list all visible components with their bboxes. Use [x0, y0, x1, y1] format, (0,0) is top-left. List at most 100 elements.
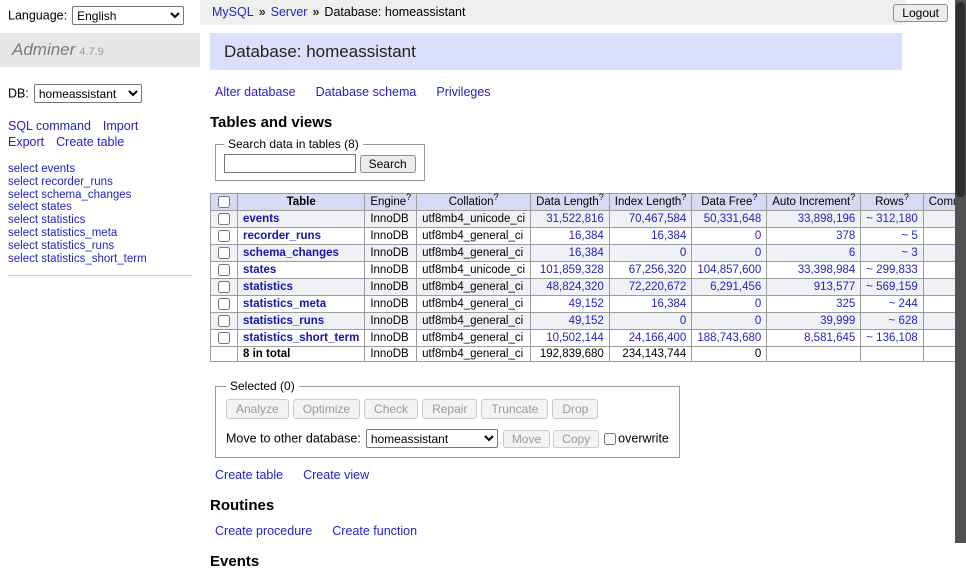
import-link[interactable]: Import: [103, 119, 138, 133]
db-select[interactable]: homeassistant: [34, 84, 142, 103]
data-free-link[interactable]: 0: [755, 315, 761, 327]
data-length-link[interactable]: 49,152: [569, 298, 604, 310]
export-link[interactable]: Export: [8, 135, 44, 149]
sort-link-engine[interactable]: Engine: [370, 196, 406, 208]
auto-increment-link[interactable]: 6: [849, 247, 855, 259]
data-free-link[interactable]: 188,743,680: [697, 332, 761, 344]
copy-button[interactable]: Copy: [553, 430, 599, 448]
data-length-link[interactable]: 101,859,328: [540, 264, 604, 276]
sort-link-auto-increment[interactable]: Auto Increment: [772, 196, 850, 208]
sidebar-link-select-events[interactable]: select events: [8, 163, 192, 176]
create-view-link[interactable]: Create view: [303, 468, 369, 482]
table-link-schema-changes[interactable]: schema_changes: [243, 247, 339, 259]
table-link-statistics-runs[interactable]: statistics_runs: [243, 315, 324, 327]
index-length-link[interactable]: 67,256,320: [629, 264, 687, 276]
data-length-link[interactable]: 10,502,144: [546, 332, 604, 344]
auto-increment-link[interactable]: 913,577: [814, 281, 856, 293]
logout-button[interactable]: Logout: [893, 4, 948, 22]
rows-link[interactable]: ~ 136,108: [866, 332, 917, 344]
sort-link-collation[interactable]: Collation: [449, 196, 494, 208]
rows-link[interactable]: ~ 5: [901, 230, 917, 242]
move-button[interactable]: Move: [503, 430, 550, 448]
overwrite-checkbox[interactable]: [604, 433, 616, 445]
data-free-link[interactable]: 104,857,600: [697, 264, 761, 276]
breadcrumb-server-link[interactable]: Server: [271, 5, 308, 19]
sql-command-link[interactable]: SQL command: [8, 119, 91, 133]
vertical-scrollbar[interactable]: [955, 0, 966, 543]
rows-link[interactable]: ~ 569,159: [866, 281, 917, 293]
data-free-link[interactable]: 0: [755, 247, 761, 259]
create-function-link[interactable]: Create function: [332, 524, 417, 538]
data-length-link[interactable]: 49,152: [569, 315, 604, 327]
row-checkbox[interactable]: [218, 315, 230, 327]
bulk-drop-button[interactable]: Drop: [552, 399, 598, 419]
index-length-link[interactable]: 70,467,584: [629, 213, 687, 225]
breadcrumb-mysql-link[interactable]: MySQL: [212, 5, 254, 19]
scrollbar-thumb[interactable]: [956, 2, 965, 197]
sort-link-index-length[interactable]: Index Length: [615, 196, 682, 208]
rows-link[interactable]: ~ 244: [889, 298, 918, 310]
table-link-events[interactable]: events: [243, 213, 279, 225]
data-length-link[interactable]: 31,522,816: [546, 213, 604, 225]
data-free-link[interactable]: 0: [755, 230, 761, 242]
rows-link[interactable]: ~ 628: [889, 315, 918, 327]
bulk-analyze-button[interactable]: Analyze: [226, 399, 289, 419]
database-schema-link[interactable]: Database schema: [316, 85, 417, 99]
data-free-link[interactable]: 0: [755, 298, 761, 310]
sort-link-data-length[interactable]: Data Length: [536, 196, 599, 208]
row-checkbox[interactable]: [218, 213, 230, 225]
row-checkbox[interactable]: [218, 230, 230, 242]
row-checkbox[interactable]: [218, 264, 230, 276]
auto-increment-link[interactable]: 39,999: [820, 315, 855, 327]
bulk-check-button[interactable]: Check: [364, 399, 418, 419]
create-table-main-link[interactable]: Create table: [215, 468, 283, 482]
auto-increment-link[interactable]: 33,398,984: [798, 264, 856, 276]
sidebar-link-select-statistics-meta[interactable]: select statistics_meta: [8, 227, 192, 240]
move-db-select[interactable]: homeassistant: [366, 429, 498, 448]
index-length-link[interactable]: 0: [680, 315, 686, 327]
bulk-truncate-button[interactable]: Truncate: [481, 399, 548, 419]
row-checkbox[interactable]: [218, 247, 230, 259]
data-free-link[interactable]: 6,291,456: [710, 281, 761, 293]
table-link-statistics-meta[interactable]: statistics_meta: [243, 298, 326, 310]
sort-link-data-free[interactable]: Data Free: [701, 196, 752, 208]
search-button[interactable]: Search: [360, 155, 416, 173]
index-length-link[interactable]: 72,220,672: [629, 281, 687, 293]
sidebar-link-select-schema-changes[interactable]: select schema_changes: [8, 189, 192, 202]
row-checkbox[interactable]: [218, 298, 230, 310]
index-length-link[interactable]: 0: [680, 247, 686, 259]
bulk-optimize-button[interactable]: Optimize: [293, 399, 360, 419]
search-input[interactable]: [224, 154, 356, 173]
data-length-link[interactable]: 48,824,320: [546, 281, 604, 293]
sort-link-table[interactable]: Table: [287, 196, 316, 208]
sort-link-rows[interactable]: Rows: [875, 196, 904, 208]
table-link-statistics[interactable]: statistics: [243, 281, 293, 293]
auto-increment-link[interactable]: 8,581,645: [804, 332, 855, 344]
create-table-sidebar-link[interactable]: Create table: [56, 135, 124, 149]
rows-link[interactable]: ~ 312,180: [866, 213, 917, 225]
sidebar-link-select-statistics-short-term[interactable]: select statistics_short_term: [8, 253, 192, 266]
table-link-states[interactable]: states: [243, 264, 276, 276]
privileges-link[interactable]: Privileges: [436, 85, 490, 99]
auto-increment-link[interactable]: 378: [836, 230, 855, 242]
sidebar-link-select-states[interactable]: select states: [8, 201, 192, 214]
index-length-link[interactable]: 16,384: [651, 230, 686, 242]
rows-link[interactable]: ~ 299,833: [866, 264, 917, 276]
row-checkbox[interactable]: [218, 281, 230, 293]
data-length-link[interactable]: 16,384: [569, 230, 604, 242]
select-all-checkbox[interactable]: [218, 196, 230, 208]
table-link-recorder-runs[interactable]: recorder_runs: [243, 230, 321, 242]
bulk-repair-button[interactable]: Repair: [422, 399, 477, 419]
rows-link[interactable]: ~ 3: [901, 247, 917, 259]
create-procedure-link[interactable]: Create procedure: [215, 524, 312, 538]
auto-increment-link[interactable]: 325: [836, 298, 855, 310]
data-free-link[interactable]: 50,331,648: [704, 213, 762, 225]
sidebar-link-select-statistics[interactable]: select statistics: [8, 214, 192, 227]
sidebar-link-select-statistics-runs[interactable]: select statistics_runs: [8, 240, 192, 253]
data-length-link[interactable]: 16,384: [569, 247, 604, 259]
sidebar-link-select-recorder-runs[interactable]: select recorder_runs: [8, 176, 192, 189]
language-select[interactable]: English: [72, 6, 184, 25]
index-length-link[interactable]: 16,384: [651, 298, 686, 310]
table-link-statistics-short-term[interactable]: statistics_short_term: [243, 332, 359, 344]
alter-database-link[interactable]: Alter database: [215, 85, 296, 99]
